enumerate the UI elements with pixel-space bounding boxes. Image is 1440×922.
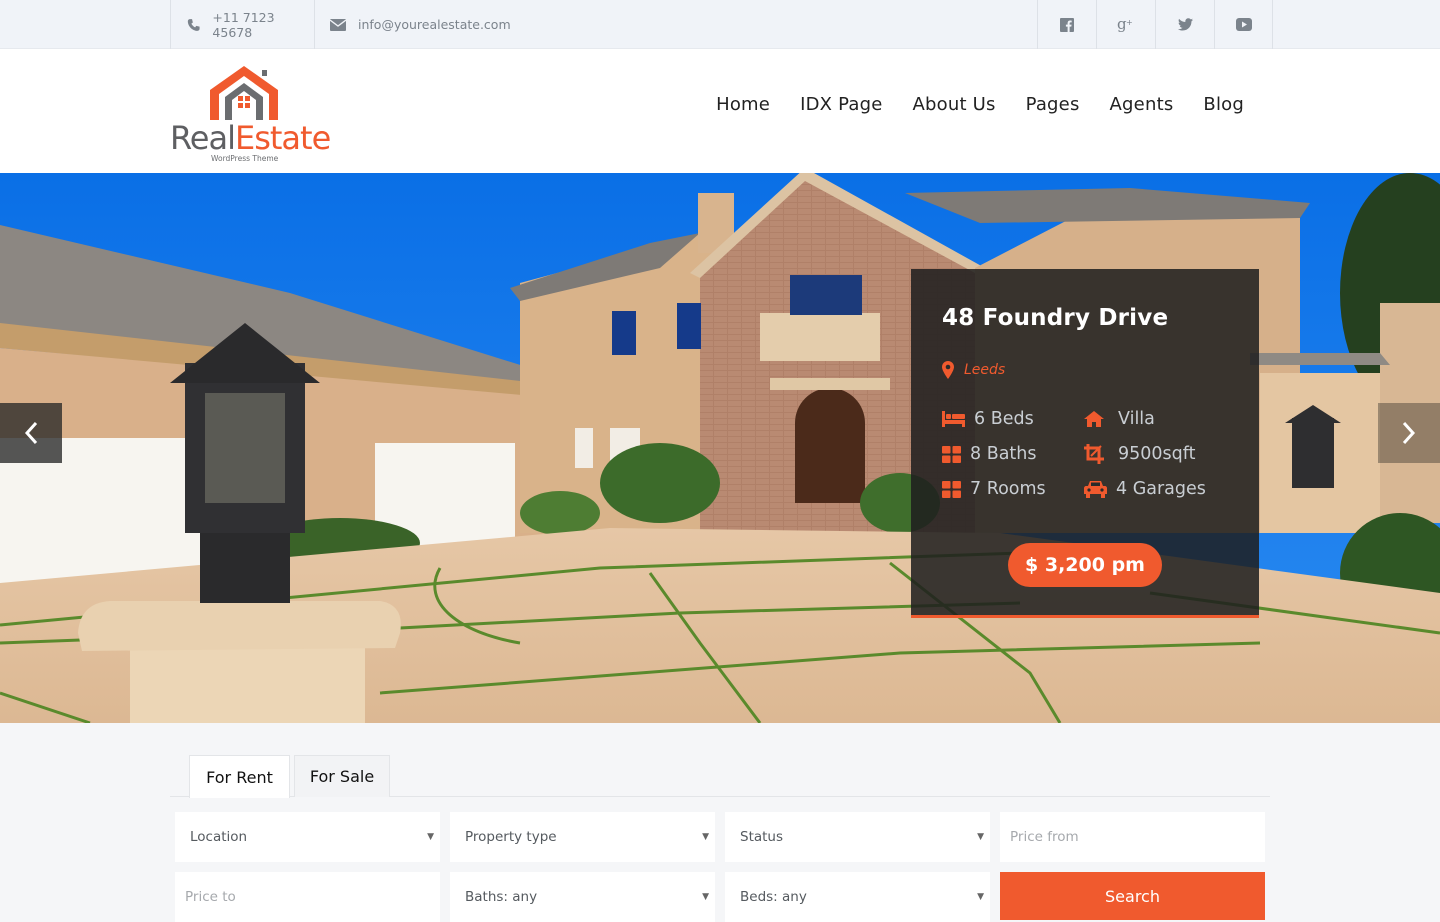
tab-for-sale[interactable]: For Sale: [294, 755, 390, 797]
feature-label: 4 Garages: [1116, 479, 1206, 499]
beds-select-value: Beds: any: [740, 889, 807, 905]
property-title[interactable]: 48 Foundry Drive: [942, 305, 1168, 331]
feature-garages: 4 Garages: [1084, 479, 1206, 499]
car-icon: [1084, 481, 1107, 498]
property-search: For Rent For Sale Location ▼ Property ty…: [0, 723, 1440, 922]
google-plus-icon: g +: [1117, 17, 1133, 33]
location-name: Leeds: [964, 362, 1006, 378]
email-contact[interactable]: info@yourealestate.com: [315, 0, 545, 49]
nav-about-us[interactable]: About Us: [912, 94, 995, 115]
feature-area: 9500sqft: [1084, 444, 1195, 464]
baths-select-value: Baths: any: [465, 889, 538, 905]
caret-down-icon: ▼: [977, 892, 984, 902]
caret-down-icon: ▼: [977, 832, 984, 842]
logo-tagline: WordPress Theme: [211, 154, 279, 163]
location-select[interactable]: Location ▼: [175, 812, 440, 862]
phone-contact[interactable]: +11 7123 45678: [170, 0, 315, 49]
chevron-right-icon: [1402, 421, 1416, 445]
nav-pages[interactable]: Pages: [1026, 94, 1080, 115]
price-to-placeholder: Price to: [185, 889, 236, 905]
logo-word-estate: Estate: [234, 119, 331, 157]
bath-grid-icon: [942, 445, 961, 463]
feature-label: 6 Beds: [974, 409, 1034, 429]
logo-wordmark: RealEstate: [170, 119, 331, 157]
tab-for-rent[interactable]: For Rent: [189, 755, 290, 798]
facebook-link[interactable]: [1037, 0, 1096, 49]
price-to-input[interactable]: Price to: [175, 872, 440, 922]
home-icon: [1084, 411, 1104, 427]
site-logo[interactable]: RealEstate WordPress Theme: [170, 61, 331, 167]
price-from-input[interactable]: Price from: [1000, 812, 1265, 862]
feature-label: Villa: [1118, 409, 1155, 429]
rooms-grid-icon: [942, 480, 961, 498]
svg-text:+: +: [1126, 18, 1133, 27]
twitter-icon: [1177, 18, 1193, 31]
feature-label: 8 Baths: [970, 444, 1037, 464]
bed-icon: [942, 411, 965, 427]
location-select-value: Location: [190, 829, 248, 845]
slider-next-button[interactable]: [1378, 403, 1440, 463]
youtube-link[interactable]: [1214, 0, 1273, 49]
caret-down-icon: ▼: [702, 892, 709, 902]
twitter-link[interactable]: [1155, 0, 1214, 49]
email-address: info@yourealestate.com: [358, 17, 511, 32]
caret-down-icon: ▼: [427, 832, 434, 842]
feature-type: Villa: [1084, 409, 1155, 429]
envelope-icon: [330, 18, 346, 31]
nav-blog[interactable]: Blog: [1203, 94, 1244, 115]
property-location: Leeds: [942, 361, 1005, 379]
feature-baths: 8 Baths: [942, 444, 1037, 464]
logo-word-real: Real: [170, 119, 236, 157]
property-type-select-value: Property type: [465, 829, 557, 845]
property-type-select[interactable]: Property type ▼: [450, 812, 715, 862]
feature-label: 9500sqft: [1118, 444, 1196, 464]
phone-number: +11 7123 45678: [212, 9, 275, 40]
chevron-left-icon: [24, 421, 38, 445]
beds-select[interactable]: Beds: any ▼: [725, 872, 990, 922]
status-select[interactable]: Status ▼: [725, 812, 990, 862]
youtube-icon: [1235, 18, 1252, 31]
nav-home[interactable]: Home: [716, 94, 770, 115]
crop-area-icon: [1084, 444, 1104, 464]
feature-rooms: 7 Rooms: [942, 479, 1046, 499]
search-tabs: For Rent For Sale: [170, 755, 1270, 798]
property-card[interactable]: 48 Foundry Drive Leeds 6 Beds 8 Baths 7 …: [911, 269, 1259, 618]
nav-agents[interactable]: Agents: [1110, 94, 1174, 115]
slider-prev-button[interactable]: [0, 403, 62, 463]
main-nav: Home IDX Page About Us Pages Agents Blog: [686, 94, 1244, 115]
top-bar: +11 7123 45678 info@yourealestate.com g +: [0, 0, 1440, 49]
feature-label: 7 Rooms: [970, 479, 1046, 499]
map-marker-icon: [942, 361, 954, 379]
phone-icon: [187, 18, 200, 31]
house-logo-icon: [210, 66, 278, 120]
google-plus-link[interactable]: g +: [1096, 0, 1155, 49]
feature-beds: 6 Beds: [942, 409, 1034, 429]
baths-select[interactable]: Baths: any ▼: [450, 872, 715, 922]
search-button[interactable]: Search: [1000, 872, 1265, 920]
caret-down-icon: ▼: [702, 832, 709, 842]
price-badge[interactable]: $ 3,200 pm: [1008, 543, 1162, 587]
facebook-icon: [1060, 17, 1074, 32]
site-header: RealEstate WordPress Theme Home IDX Page…: [0, 49, 1440, 173]
nav-idx-page[interactable]: IDX Page: [800, 94, 882, 115]
hero-slider: 48 Foundry Drive Leeds 6 Beds 8 Baths 7 …: [0, 173, 1440, 723]
price-from-placeholder: Price from: [1010, 829, 1079, 845]
status-select-value: Status: [740, 829, 784, 845]
